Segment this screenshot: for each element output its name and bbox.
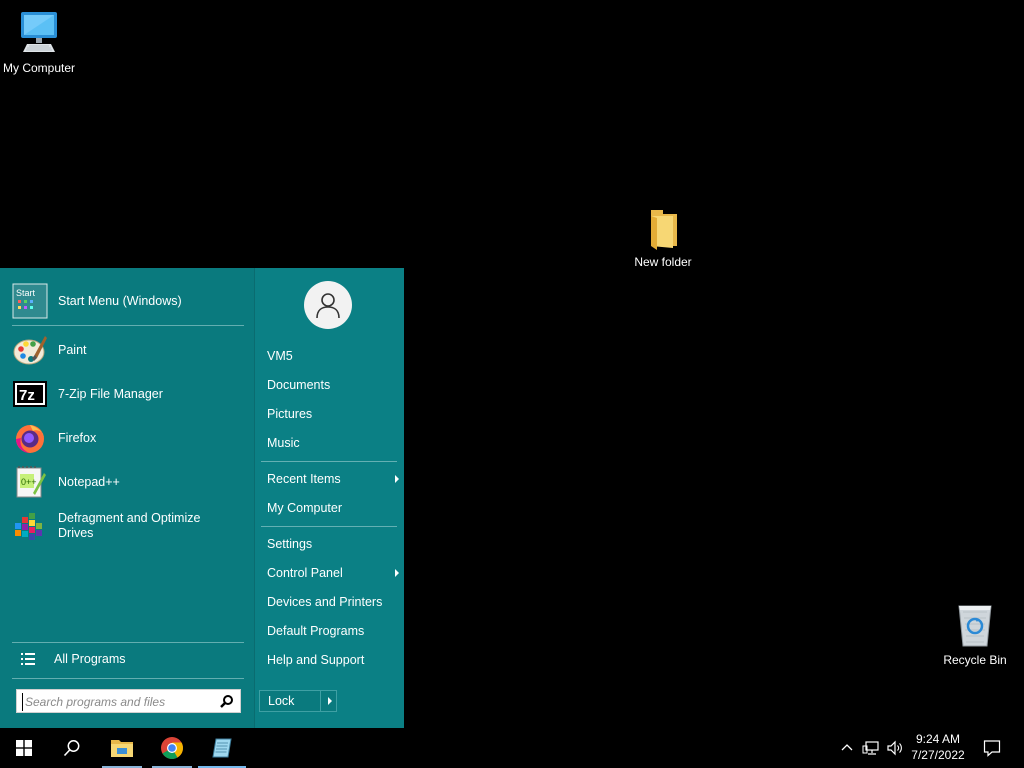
start-menu-app-icon: Start: [12, 283, 48, 319]
places-recent-items[interactable]: Recent Items: [267, 468, 399, 490]
folder-icon: [651, 210, 677, 250]
places-pictures[interactable]: Pictures: [267, 403, 397, 425]
places-my-computer[interactable]: My Computer: [267, 497, 397, 519]
places-default-programs[interactable]: Default Programs: [267, 620, 397, 642]
notifications-icon[interactable]: [983, 739, 1001, 757]
svg-text:0++: 0++: [21, 477, 37, 487]
places-label: VM5: [267, 349, 293, 363]
list-icon: [21, 653, 35, 665]
desktop-icon-label: Recycle Bin: [943, 653, 1007, 667]
program-notepadpp[interactable]: 0++ Notepad++: [12, 462, 244, 502]
search-icon[interactable]: [220, 694, 234, 708]
program-start-menu-windows[interactable]: Start Start Menu (Windows): [12, 281, 244, 321]
separator: [12, 678, 244, 679]
places-label: Documents: [267, 378, 331, 392]
all-programs-label: All Programs: [54, 652, 126, 666]
separator: [261, 461, 397, 462]
separator: [12, 325, 244, 326]
firefox-icon: [12, 420, 48, 456]
all-programs-button[interactable]: All Programs: [12, 648, 244, 670]
places-settings[interactable]: Settings: [267, 533, 397, 555]
notepadpp-icon: 0++: [12, 464, 48, 500]
submenu-arrow-icon: [395, 475, 399, 483]
search-icon: [63, 740, 80, 757]
separator: [12, 642, 244, 643]
search-input[interactable]: [22, 693, 217, 711]
defrag-icon: [12, 508, 48, 544]
places-label: Control Panel: [267, 566, 343, 580]
paint-icon: [12, 332, 48, 368]
notepad-icon: [212, 738, 232, 758]
clock-time: 9:24 AM: [915, 732, 961, 746]
user-avatar[interactable]: [304, 281, 352, 329]
submenu-arrow-icon: [395, 569, 399, 577]
places-label: Help and Support: [267, 653, 365, 667]
desktop-icon-label: My Computer: [2, 61, 76, 75]
places-label: Pictures: [267, 407, 313, 421]
volume-icon[interactable]: [886, 740, 904, 756]
places-label: Devices and Printers: [267, 595, 383, 609]
search-button[interactable]: [48, 728, 96, 768]
monitor-icon: [21, 12, 57, 52]
program-paint[interactable]: Paint: [12, 330, 244, 370]
separator: [261, 526, 397, 527]
windows-logo-icon: [16, 740, 32, 756]
desktop-icon-recycle-bin[interactable]: Recycle Bin: [932, 602, 1018, 667]
file-explorer-icon: [111, 740, 133, 757]
places-label: Recent Items: [267, 472, 341, 486]
places-music[interactable]: Music: [267, 432, 397, 454]
lock-label: Lock: [268, 694, 295, 708]
lock-button[interactable]: Lock: [259, 690, 337, 712]
program-firefox[interactable]: Firefox: [12, 418, 244, 458]
places-documents[interactable]: Documents: [267, 374, 397, 396]
taskbar: 9:24 AM 7/27/2022: [0, 728, 1024, 768]
start-menu-programs-pane: Start Start Menu (Windows) Paint 7z 7-Zi…: [0, 268, 254, 728]
program-label: Defragment and Optimize Drives: [58, 511, 201, 540]
desktop-icon-my-computer[interactable]: My Computer: [0, 8, 82, 75]
places-devices-and-printers[interactable]: Devices and Printers: [267, 591, 397, 613]
places-control-panel[interactable]: Control Panel: [267, 562, 399, 584]
taskbar-clock[interactable]: 9:24 AM 7/27/2022: [907, 731, 969, 763]
program-7zip[interactable]: 7z 7-Zip File Manager: [12, 374, 244, 414]
places-label: Default Programs: [267, 624, 365, 638]
places-help-and-support[interactable]: Help and Support: [267, 649, 397, 671]
clock-date: 7/27/2022: [911, 748, 965, 762]
chevron-up-icon[interactable]: [840, 740, 854, 754]
file-explorer-button[interactable]: [98, 728, 146, 768]
7zip-icon: 7z: [12, 376, 48, 412]
search-box: [16, 689, 241, 713]
network-icon[interactable]: [862, 740, 880, 756]
places-label: Settings: [267, 537, 313, 551]
program-label: Firefox: [58, 430, 97, 445]
svg-text:7z: 7z: [19, 387, 35, 404]
desktop-icon-label: New folder: [634, 255, 692, 269]
user-icon: [316, 293, 340, 319]
places-label: Music: [267, 436, 300, 450]
lock-options-arrow-icon[interactable]: [328, 697, 332, 705]
program-label: Paint: [58, 342, 87, 357]
chrome-button[interactable]: [148, 728, 196, 768]
start-button[interactable]: [0, 728, 48, 768]
places-user-folder[interactable]: VM5: [267, 345, 397, 367]
program-label: 7-Zip File Manager: [58, 386, 163, 401]
chrome-icon: [161, 737, 183, 759]
start-menu: Start Start Menu (Windows) Paint 7z 7-Zi…: [0, 268, 404, 728]
start-menu-places-pane: VM5 Documents Pictures Music Recent Item…: [254, 268, 404, 728]
notepad-button[interactable]: [198, 728, 246, 768]
desktop-icon-new-folder[interactable]: New folder: [620, 206, 706, 269]
svg-text:Start: Start: [16, 288, 36, 298]
program-label: Start Menu (Windows): [58, 293, 182, 308]
places-label: My Computer: [267, 501, 343, 515]
program-defragment[interactable]: Defragment and Optimize Drives: [12, 506, 244, 546]
program-label: Notepad++: [58, 474, 120, 489]
lock-divider: [320, 691, 321, 711]
recycle-bin-icon: [958, 605, 992, 647]
